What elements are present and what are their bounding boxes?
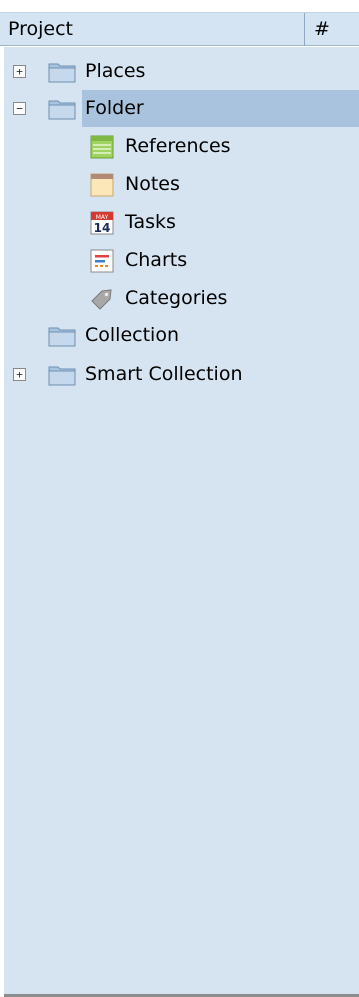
tree-item-categories[interactable]: Categories	[4, 280, 359, 317]
tree-item-collection[interactable]: Collection	[4, 317, 359, 354]
tree-item-label: Collection	[85, 324, 179, 346]
folder-icon	[48, 63, 76, 83]
notes-icon	[90, 173, 114, 197]
tree-item-tasks[interactable]: MAY 14 Tasks	[4, 204, 359, 241]
tree-item-smart-collection[interactable]: + Smart Collection	[4, 356, 359, 393]
folder-icon	[48, 327, 76, 347]
count-column-header[interactable]: #	[305, 13, 359, 46]
tag-icon	[91, 289, 112, 310]
tree-item-label: Notes	[125, 173, 180, 195]
tree-item-label: Smart Collection	[85, 363, 243, 385]
tree-item-folder[interactable]: − Folder	[4, 90, 359, 127]
tree-item-notes[interactable]: Notes	[4, 166, 359, 203]
expand-icon[interactable]: +	[13, 368, 26, 381]
expand-icon[interactable]: +	[13, 65, 26, 78]
tree-item-references[interactable]: References	[4, 128, 359, 165]
project-tree[interactable]: + Places − Folder References Notes MAY 1…	[4, 47, 359, 994]
tree-item-label: Places	[85, 60, 146, 82]
project-column-header[interactable]: Project	[0, 13, 305, 46]
calendar-month: MAY	[96, 214, 109, 221]
folder-icon	[48, 100, 76, 120]
references-icon	[90, 135, 114, 159]
tree-item-charts[interactable]: Charts	[4, 242, 359, 279]
folder-icon	[48, 366, 76, 386]
project-panel: Project # + Places − Folder References N…	[0, 0, 359, 997]
tree-item-label: Folder	[85, 97, 144, 119]
tree-item-label: References	[125, 135, 231, 157]
tree-item-label: Tasks	[125, 211, 176, 233]
tree-item-places[interactable]: + Places	[4, 53, 359, 90]
column-header: Project #	[0, 12, 359, 46]
tree-item-label: Categories	[125, 287, 228, 309]
calendar-day: 14	[94, 221, 111, 235]
calendar-icon: MAY 14	[90, 211, 114, 235]
collapse-icon[interactable]: −	[13, 102, 26, 115]
tree-item-label: Charts	[125, 249, 188, 271]
chart-icon	[90, 249, 114, 273]
